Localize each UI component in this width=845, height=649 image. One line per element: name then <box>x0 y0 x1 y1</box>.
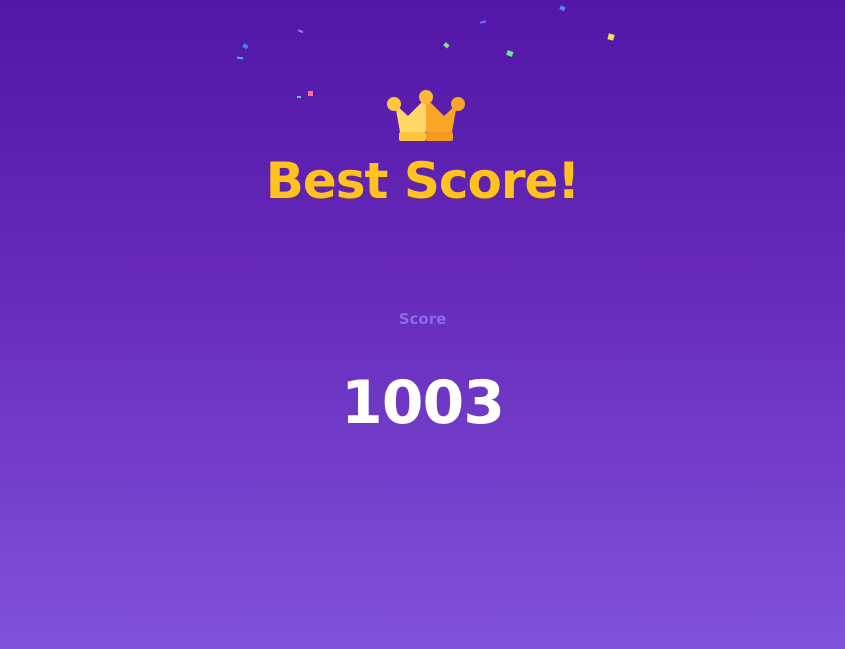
best-score-screen: Best Score! Score 1003 <box>0 0 845 649</box>
score-label: Score <box>398 310 447 328</box>
crown-icon <box>387 90 465 141</box>
score-value: 1003 <box>341 368 505 438</box>
best-score-title: Best Score! <box>265 152 580 210</box>
